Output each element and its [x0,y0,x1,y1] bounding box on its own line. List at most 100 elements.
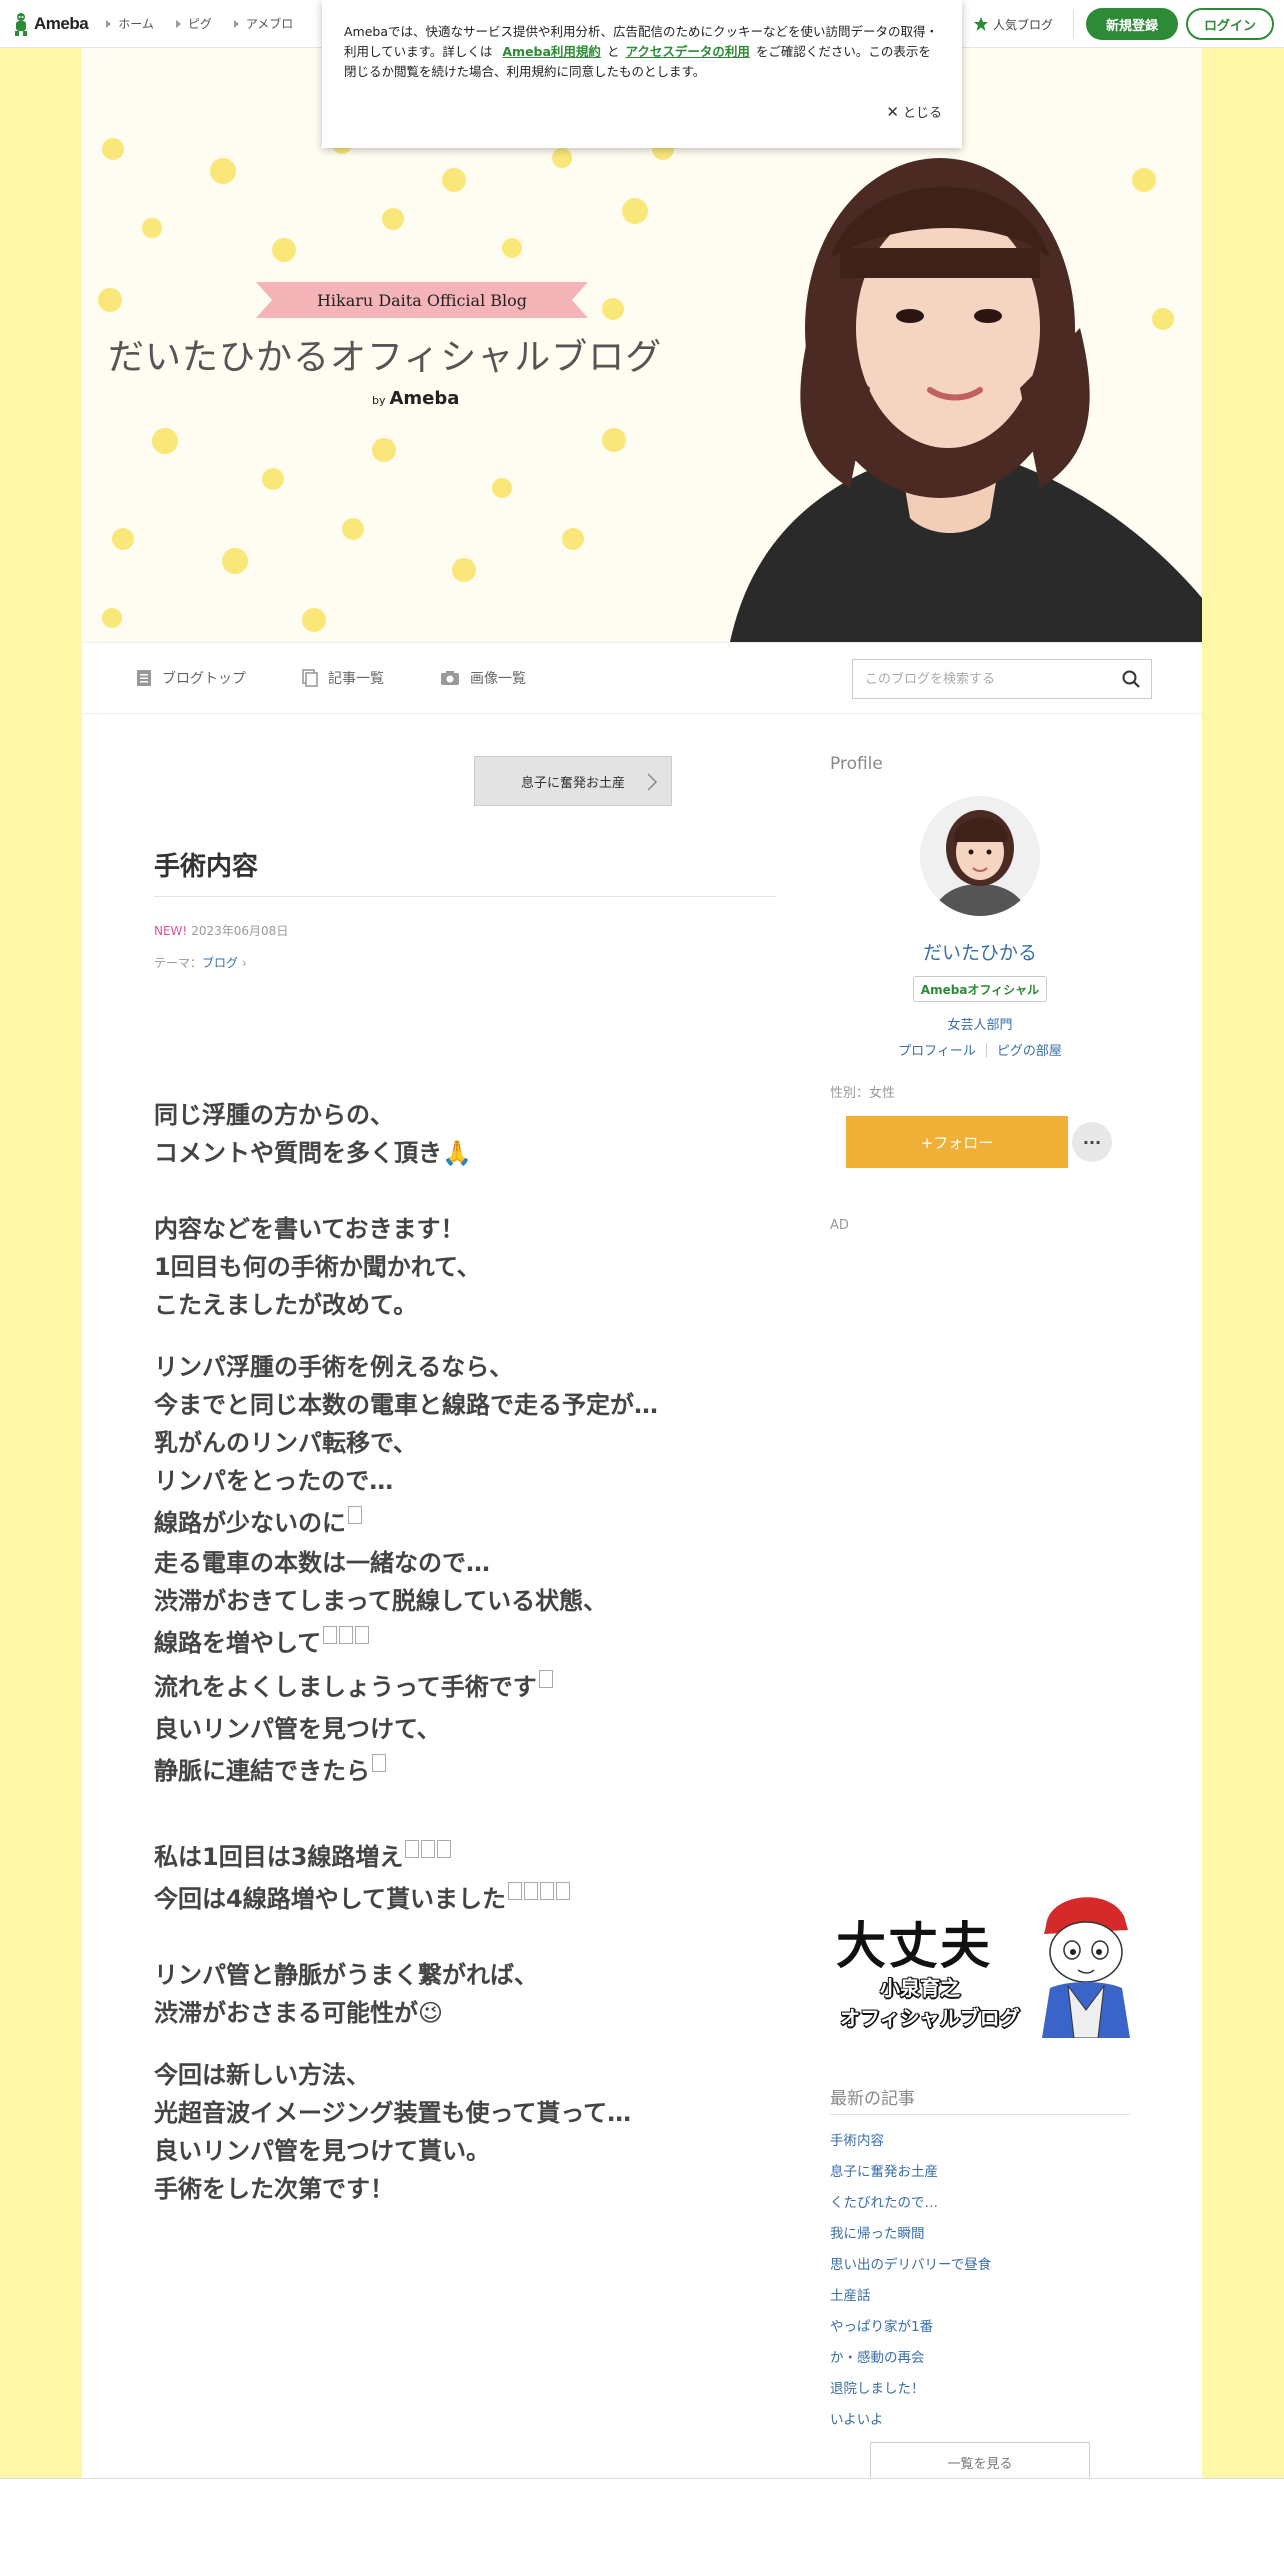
document-icon [137,670,151,686]
divider [154,896,776,897]
broken-emoji-image [405,1840,420,1858]
list-item[interactable]: 我に帰った瞬間 [830,2219,1130,2250]
header-portrait-image [730,158,1202,642]
article-line: 私は1回目は3線路増え [154,1840,452,1872]
broken-emoji-image [507,1882,522,1900]
profile-avatar[interactable] [920,796,1040,916]
by-ameba-logo: by Ameba [372,388,459,409]
broken-emoji-image [372,1754,386,1772]
ad-headline: 大丈夫 [836,1917,992,1975]
line-text: 線路を増やして [154,1629,322,1657]
brand-label: Ameba [389,388,460,409]
article-line: 渋滞がおさまる可能性が😉 [154,1999,444,2027]
article-line: 乳がんのリンパ転移で、 [154,1429,418,1457]
search-input[interactable] [853,660,1111,698]
broken-emoji-image [539,1882,554,1900]
decoration [112,528,134,550]
article-line: 良いリンパ管を見つけて貰い。 [154,2137,490,2165]
pig-room-link[interactable]: ピグの部屋 [997,1040,1062,1059]
list-item[interactable]: 退院しました！ [830,2374,1130,2405]
terms-link[interactable]: Ameba利用規約 [502,44,601,59]
ad-subtitle: 小泉育之 [880,1976,960,2000]
nav-ameblo[interactable]: アメブロ [233,15,293,32]
article-line: 同じ浮腫の方からの、 [154,1101,394,1129]
list-item[interactable]: 息子に奮発お土産 [830,2157,1130,2188]
broken-emoji-image [323,1626,338,1644]
nav-home[interactable]: ホーム [106,15,154,32]
more-options-button[interactable]: ··· [1072,1122,1112,1162]
new-badge: NEW! [154,924,188,938]
profile-category[interactable]: 女芸人部門 [830,1014,1130,1033]
broken-emoji-image [523,1882,538,1900]
ad-character-image [1042,1897,1130,2038]
follow-button[interactable]: +フォロー [846,1116,1068,1168]
theme-label: テーマ： [154,956,203,970]
arrow-icon [175,19,181,28]
avatar-image [920,796,1040,916]
register-button[interactable]: 新規登録 [1085,8,1178,40]
list-item[interactable]: 土産話 [830,2281,1130,2312]
decoration [302,608,326,632]
broken-emoji-image [421,1840,436,1858]
nav-pig[interactable]: ピグ [175,15,212,32]
search-button[interactable] [1111,660,1151,698]
cookie-consent-dialog: Amebaでは、快適なサービス提供や利用分析、広告配信のためにクッキーなどを使い… [322,0,962,148]
cookie-close-button[interactable]: ✕ とじる [886,102,942,122]
theme-link[interactable]: ブログ [202,956,238,970]
list-item[interactable]: 思い出のデリバリーで昼食 [830,2250,1130,2281]
broken-emoji-image [348,1506,362,1524]
profile-link[interactable]: プロフィール [898,1040,976,1059]
decoration [442,168,466,192]
chevron-right-icon [647,773,658,791]
list-item[interactable]: いよいよ [830,2405,1130,2436]
decoration [562,528,584,550]
arrow-icon [233,19,239,28]
date-text: 2023年06月08日 [191,924,289,938]
previous-article-link[interactable]: 息子に奮発お土産 [474,756,672,806]
copy-icon [302,669,318,687]
previous-article-label: 息子に奮発お土産 [520,775,625,791]
article-line: 今回は新しい方法、 [154,2061,370,2089]
article-line: 線路が少ないのに [154,1506,362,1538]
decoration [142,218,162,238]
ad-banner[interactable]: 大丈夫 小泉育之 オフィシャルブログ [832,1886,1130,2038]
nav-pig-label: ピグ [187,17,212,31]
list-item[interactable]: か・感動の再会 [830,2343,1130,2374]
list-item[interactable]: くたびれたので… [830,2188,1130,2219]
blog-title[interactable]: だいたひかるオフィシャルブログ [108,328,728,380]
decoration [382,208,404,230]
blog-container: Hikaru Daita Official Blog だいたひかるオフィシャルブ… [82,48,1202,2482]
blog-top-link[interactable]: ブログトップ [136,668,246,688]
line-text: 流れをよくしましょうって手術です [154,1673,537,1701]
article-list-label: 記事一覧 [328,671,384,687]
profile-links: プロフィール ピグの部屋 [830,1040,1130,1059]
image-list-link[interactable]: 画像一覧 [440,668,526,688]
profile-name[interactable]: だいたひかる [830,938,1130,965]
article-line: こたえましたが改めて。 [154,1291,418,1319]
article-list-link[interactable]: 記事一覧 [302,668,384,688]
article-date: NEW! 2023年06月08日 [154,922,288,939]
access-data-link[interactable]: アクセスデータの利用 [625,44,749,59]
view-all-button[interactable]: 一覧を見る [870,2442,1090,2482]
line-text: 今回は4線路増やして貰いました [154,1885,506,1913]
chevron-right-icon: › [241,956,247,970]
decoration [372,438,396,462]
ad-subtitle: オフィシャルブログ [840,2006,1020,2030]
recent-articles-heading: 最新の記事 [830,2089,915,2109]
bottom-bar [0,2478,1284,2568]
list-item[interactable]: やっぱり家が1番 [830,2312,1130,2343]
broken-emoji-image [538,1670,553,1688]
login-button[interactable]: ログイン [1185,8,1274,40]
popular-blog-label: 人気ブログ [992,17,1053,32]
ameba-logo[interactable]: Ameba [12,0,89,48]
divider [830,2114,1130,2115]
decoration [262,468,284,490]
line-text: 私は1回目は3線路増え [154,1843,404,1871]
decoration [502,238,522,258]
article-line: 走る電車の本数は一緒なので… [154,1549,490,1577]
article-line: リンパ浮腫の手術を例えるなら、 [154,1353,514,1381]
article-title[interactable]: 手術内容 [154,846,258,883]
list-item[interactable]: 手術内容 [830,2126,1130,2157]
popular-blog-link[interactable]: 人気ブログ [973,16,1053,33]
decoration [102,608,122,628]
